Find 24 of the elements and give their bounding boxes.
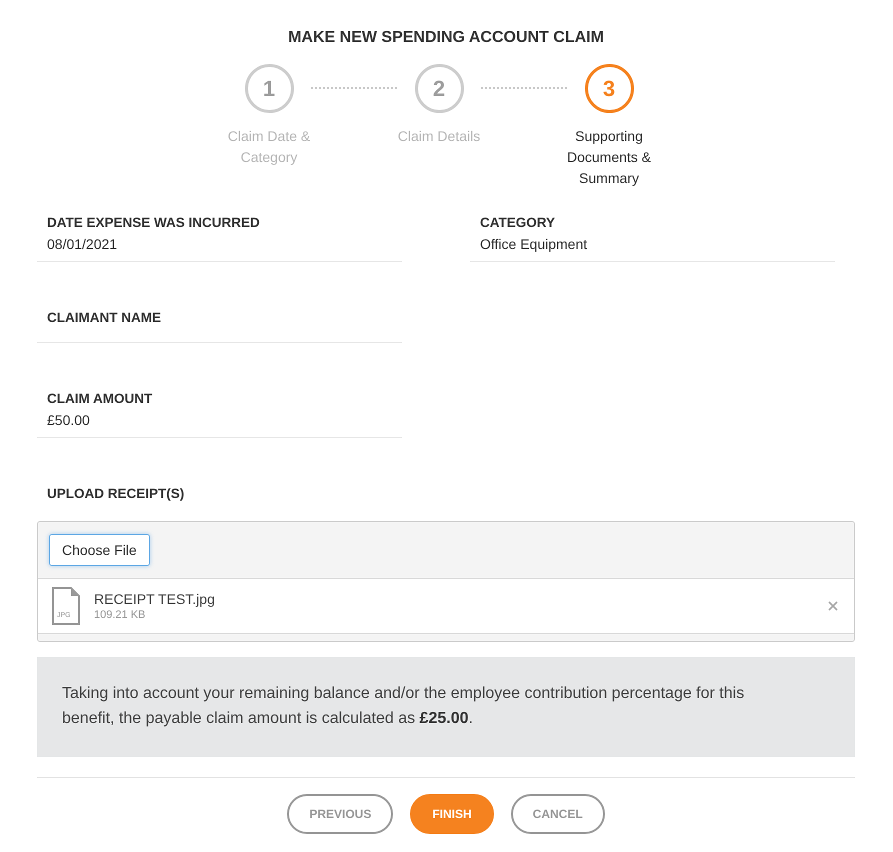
step-label: Claim Date & Category [226,127,312,167]
field-value: £50.00 [47,411,91,430]
step-circle: 2 [414,64,464,113]
field-label: CATEGORY [480,214,556,232]
secondary-button[interactable]: PREVIOUS [287,794,394,834]
page-title: MAKE NEW SPENDING ACCOUNT CLAIM [287,28,605,48]
primary-button[interactable]: FINISH [410,794,494,834]
step-label: Supporting Documents & Summary [566,127,652,188]
secondary-button[interactable]: CANCEL [510,794,605,834]
file-name: RECEIPT TEST.jpg [94,590,215,608]
info-note: Taking into account your remaining balance and/or the employee contribution percentage for this benefit, the payable claim amount is calculated as £25.00. [37,657,855,757]
field-value: Office Equipment [480,235,588,254]
field-label: CLAIM AMOUNT [47,390,154,408]
document-icon [52,587,80,625]
field-value: 08/01/2021 [47,235,118,254]
step-label: Claim Details [398,127,480,146]
file-size: 109.21 KB [94,608,146,622]
step-circle: 1 [244,64,294,113]
close-icon[interactable] [828,601,838,611]
field-label: DATE EXPENSE WAS INCURRED [47,214,261,232]
choose-file-button[interactable]: Choose File [49,534,150,566]
section-label: UPLOAD RECEIPT(S) [46,485,186,503]
step-circle: 3 [584,64,634,113]
field-label: CLAIMANT NAME [47,309,162,327]
